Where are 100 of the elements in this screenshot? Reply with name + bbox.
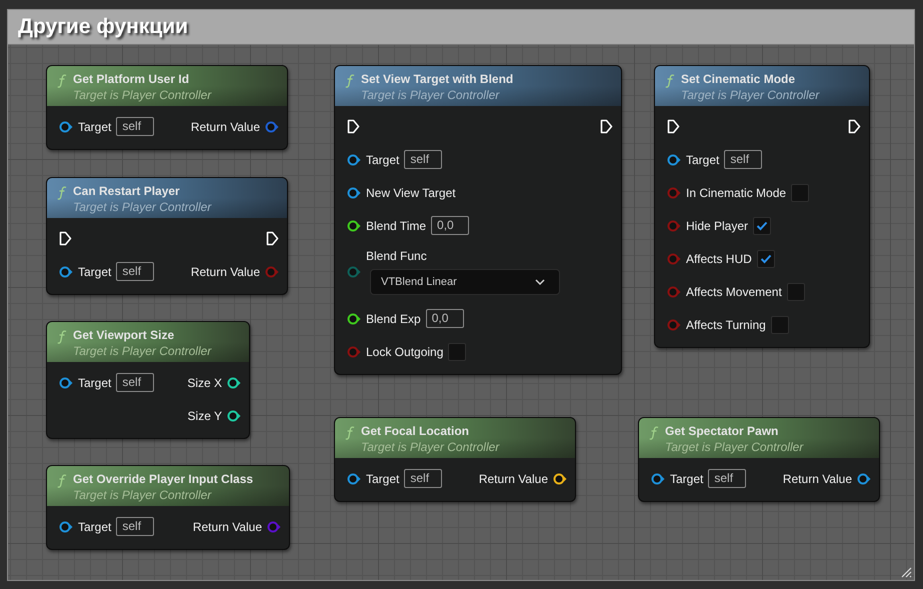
pin-label: New View Target xyxy=(366,186,456,200)
pin-label: Return Value xyxy=(192,520,262,534)
function-node[interactable]: Get Focal Location Target is Player Controller Target self Return Value xyxy=(334,417,576,502)
pin-label: Affects Turning xyxy=(686,318,766,332)
exec-pin-icon[interactable] xyxy=(266,231,279,246)
node-title: Set View Target with Blend xyxy=(361,71,514,87)
pin-icon[interactable] xyxy=(59,266,73,278)
value-field[interactable]: self xyxy=(724,150,762,169)
function-node[interactable]: Get Spectator Pawn Target is Player Controller Target self Return Value xyxy=(638,417,880,502)
node-subtitle: Target is Player Controller xyxy=(73,87,212,103)
pin-label: Affects HUD xyxy=(686,252,752,266)
checkbox[interactable] xyxy=(791,184,810,202)
pin-icon[interactable] xyxy=(59,376,73,388)
function-node[interactable]: Get Override Player Input Class Target is Player Controller Target self Return Value xyxy=(46,465,290,550)
pin-label: In Cinematic Mode xyxy=(686,186,786,200)
pin-icon[interactable] xyxy=(347,154,361,166)
node-subtitle: Target is Player Controller xyxy=(665,439,804,455)
checkbox[interactable] xyxy=(770,316,789,334)
exec-pin-icon[interactable] xyxy=(347,119,360,134)
value-field[interactable]: self xyxy=(708,469,746,488)
function-icon xyxy=(57,474,67,488)
pin-label: Lock Outgoing xyxy=(366,344,444,358)
value-field[interactable]: self xyxy=(404,150,442,169)
pin-label: Hide Player xyxy=(686,218,748,232)
function-icon xyxy=(345,426,355,440)
comment-title: Другие функции xyxy=(18,15,188,39)
pin-icon[interactable] xyxy=(59,520,73,532)
node-subtitle: Target is Player Controller xyxy=(361,87,501,103)
node-title: Set Cinematic Mode xyxy=(681,71,796,87)
function-icon xyxy=(57,186,67,200)
pin-label: Size X xyxy=(187,376,222,390)
pin-label: Blend Exp xyxy=(366,312,421,326)
pin-icon[interactable] xyxy=(667,154,681,166)
pin-label: Target xyxy=(78,520,112,534)
pin-icon[interactable] xyxy=(347,186,361,198)
value-field[interactable]: self xyxy=(116,262,154,281)
node-subtitle: Target is Player Controller xyxy=(73,487,213,503)
node-subtitle: Target is Player Controller xyxy=(681,87,820,103)
pin-label: Target xyxy=(366,472,400,486)
pin-icon[interactable] xyxy=(227,410,241,422)
checkbox[interactable] xyxy=(448,342,466,360)
pin-icon[interactable] xyxy=(347,312,361,324)
checkbox[interactable] xyxy=(756,250,775,268)
function-node[interactable]: Set Cinematic Mode Target is Player Controller Target self In Cinematic Mode Hide Player Affects HUD Affects Movement Affects Turning xyxy=(654,65,870,348)
dropdown[interactable]: VTBlend Linear xyxy=(370,269,560,295)
function-icon xyxy=(57,74,67,88)
pin-label: Return Value xyxy=(782,472,852,486)
node-title: Can Restart Player xyxy=(73,183,181,199)
node-title: Get Spectator Pawn xyxy=(665,423,780,439)
pin-label: Affects Movement xyxy=(686,284,782,298)
value-field[interactable]: self xyxy=(116,117,154,136)
function-node[interactable]: Get Platform User Id Target is Player Controller Target self Return Value xyxy=(46,65,288,150)
exec-pin-icon[interactable] xyxy=(848,119,861,134)
pin-icon[interactable] xyxy=(651,472,665,484)
node-title: Get Focal Location xyxy=(361,423,470,439)
resize-grip-icon[interactable] xyxy=(900,566,912,578)
chevron-icon xyxy=(535,279,545,285)
checkbox[interactable] xyxy=(753,216,772,234)
pin-label: Return Value xyxy=(478,472,548,486)
value-field[interactable]: 0,0 xyxy=(426,309,464,328)
pin-icon[interactable] xyxy=(857,472,871,484)
function-icon xyxy=(665,74,675,88)
exec-pin-icon[interactable] xyxy=(600,119,613,134)
node-subtitle: Target is Player Controller xyxy=(361,439,500,455)
pin-label: Target xyxy=(78,120,112,134)
pin-icon[interactable] xyxy=(347,220,361,232)
pin-label: Blend Time xyxy=(366,218,426,232)
pin-label: Return Value xyxy=(190,120,260,134)
pin-icon[interactable] xyxy=(59,120,73,132)
node-title: Get Viewport Size xyxy=(73,327,176,343)
function-icon xyxy=(345,74,355,88)
checkmark-icon xyxy=(756,220,768,230)
pin-label: Size Y xyxy=(188,408,222,422)
pin-label: Target xyxy=(670,472,704,486)
pin-icon[interactable] xyxy=(347,472,361,484)
exec-pin-icon[interactable] xyxy=(59,231,72,246)
function-node[interactable]: Can Restart Player Target is Player Controller Target self Return Value xyxy=(46,177,288,295)
node-title: Get Platform User Id xyxy=(73,71,190,87)
pin-icon[interactable] xyxy=(553,472,567,484)
checkmark-icon xyxy=(760,254,772,264)
function-node[interactable]: Set View Target with Blend Target is Player Controller Target self New View Target Blend Time 0,0 Blend Func VTBlend Linear Blend Exp 0,0 Lock Outgoing xyxy=(334,65,622,375)
pin-label: Target xyxy=(78,264,112,278)
node-subtitle: Target is Player Controller xyxy=(73,343,212,359)
pin-icon[interactable] xyxy=(227,376,241,388)
function-icon xyxy=(649,426,659,440)
pin-label: Target xyxy=(78,376,112,390)
value-field[interactable]: self xyxy=(116,517,154,536)
pin-label: Target xyxy=(366,152,400,166)
node-title: Get Override Player Input Class xyxy=(73,471,254,487)
pin-label: Return Value xyxy=(190,264,260,278)
node-subtitle: Target is Player Controller xyxy=(73,199,212,215)
function-icon xyxy=(57,330,67,344)
exec-pin-icon[interactable] xyxy=(667,119,680,134)
value-field[interactable]: self xyxy=(404,469,442,488)
function-node[interactable]: Get Viewport Size Target is Player Controller Target self Size X Size Y xyxy=(46,321,250,439)
checkbox[interactable] xyxy=(786,282,805,300)
value-field[interactable]: self xyxy=(116,373,154,392)
value-field[interactable]: 0,0 xyxy=(431,216,470,235)
pin-label: Blend Func xyxy=(366,249,428,263)
pin-label: Target xyxy=(686,152,720,166)
